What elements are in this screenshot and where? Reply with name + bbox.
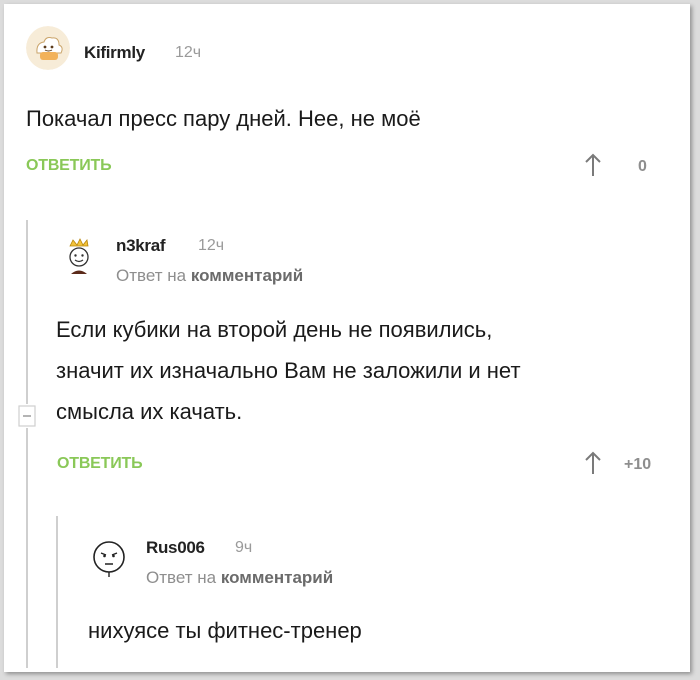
troll-face-avatar-icon[interactable] [87, 536, 131, 580]
comment-text: нихуясе ты фитнес-тренер [88, 618, 362, 643]
reply-to-link[interactable]: комментарий [221, 568, 333, 587]
reply-to-note: Ответ на комментарий [146, 568, 333, 588]
reply-prefix: Ответ на [146, 568, 217, 587]
comments-panel: Kifirmly 12ч Покачал пресс пару дней. Не… [4, 4, 690, 672]
comment-rus006: Rus006 9ч Ответ на комментарий нихуясе т… [4, 4, 690, 672]
comment-time: 9ч [235, 539, 253, 556]
comment-author[interactable]: Rus006 [146, 538, 205, 558]
